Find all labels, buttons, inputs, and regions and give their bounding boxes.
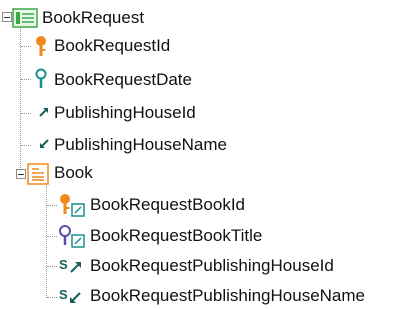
tree-node-bookrequest[interactable]: BookRequest bbox=[42, 5, 144, 31]
tree-connector bbox=[21, 145, 31, 146]
tree-connector bbox=[46, 186, 47, 298]
tree-connector bbox=[47, 236, 57, 237]
tree-node-label: BookRequestDate bbox=[54, 70, 192, 89]
foreign-key-icon bbox=[39, 108, 48, 117]
tree-connector bbox=[47, 266, 57, 267]
tree-node-publishinghousename[interactable]: PublishingHouseName bbox=[54, 132, 227, 158]
tree-node-publishinghouseid[interactable]: PublishingHouseId bbox=[54, 100, 196, 126]
tree-connector bbox=[20, 26, 21, 174]
description-subtype-icon bbox=[59, 225, 85, 248]
collapse-toggle-book[interactable] bbox=[16, 169, 26, 179]
tree-connector bbox=[47, 297, 57, 298]
tree-node-label: Book bbox=[54, 163, 93, 182]
level-icon bbox=[27, 163, 49, 185]
tree-node-label: BookRequestId bbox=[54, 36, 171, 55]
tree-connector bbox=[21, 79, 31, 80]
tree-node-bookrequestbooktitle[interactable]: BookRequestBookTitle bbox=[90, 223, 262, 249]
tree-node-book[interactable]: Book bbox=[54, 160, 93, 186]
collapse-toggle-root[interactable] bbox=[2, 12, 12, 22]
tree-node-bookrequestbookid[interactable]: BookRequestBookId bbox=[90, 192, 245, 218]
transaction-table-icon bbox=[12, 8, 38, 28]
tree-connector bbox=[47, 205, 57, 206]
subtype-inferred-icon: S bbox=[59, 287, 81, 303]
tree-node-bookrequestid[interactable]: BookRequestId bbox=[54, 33, 170, 59]
svg-text:S: S bbox=[59, 287, 68, 302]
tree-connector bbox=[21, 113, 31, 114]
svg-text:S: S bbox=[59, 257, 68, 272]
tree-node-bookrequestdate[interactable]: BookRequestDate bbox=[54, 67, 192, 93]
inferred-attribute-icon bbox=[40, 139, 49, 148]
structure-tree: BookRequest BookRequestId BookRequestDat… bbox=[0, 0, 408, 308]
tree-node-label: BookRequestPublishingHouseName bbox=[90, 286, 365, 305]
subtype-foreign-key-icon: S bbox=[59, 257, 81, 273]
tree-node-label: BookRequest bbox=[42, 8, 145, 27]
tree-node-label: PublishingHouseId bbox=[54, 103, 196, 122]
tree-node-label: PublishingHouseName bbox=[54, 135, 227, 154]
tree-node-label: BookRequestPublishingHouseId bbox=[90, 256, 334, 275]
tree-node-label: BookRequestBookId bbox=[90, 195, 245, 214]
description-key-icon bbox=[35, 68, 47, 88]
key-subtype-icon bbox=[60, 194, 85, 217]
tree-node-bookrequestpublishinghousename[interactable]: BookRequestPublishingHouseName bbox=[90, 283, 365, 309]
tree-connector bbox=[21, 46, 31, 47]
tree-node-label: BookRequestBookTitle bbox=[90, 226, 263, 245]
tree-node-bookrequestpublishinghouseid[interactable]: BookRequestPublishingHouseId bbox=[90, 253, 334, 279]
key-icon bbox=[36, 36, 46, 56]
